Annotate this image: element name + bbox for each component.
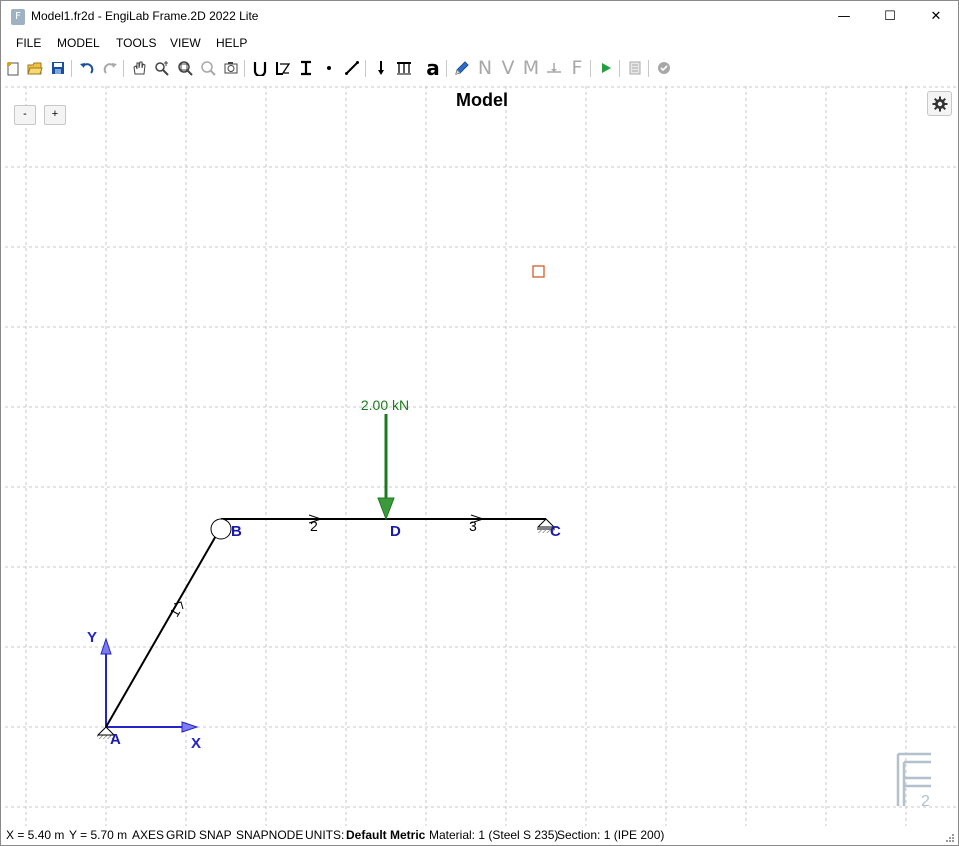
settings-button[interactable] <box>927 91 952 116</box>
check-model-icon[interactable] <box>654 58 674 78</box>
zoom-window-icon[interactable] <box>152 58 172 78</box>
menu-file[interactable]: FILE <box>16 36 41 50</box>
axis-x-label: X <box>191 735 201 752</box>
zoom-out-button[interactable]: - <box>14 105 36 125</box>
undo-icon[interactable] <box>77 58 97 78</box>
canvas-title: Model <box>456 90 508 110</box>
camera-icon[interactable] <box>221 58 241 78</box>
status-units-label: UNITS: <box>305 828 345 842</box>
open-file-icon[interactable] <box>25 58 45 78</box>
app-window: F Model1.fr2d - EngiLab Frame.2D 2022 Li… <box>0 0 959 846</box>
title-bar: F Model1.fr2d - EngiLab Frame.2D 2022 Li… <box>1 1 958 32</box>
model-canvas[interactable]: X Y 1 2 3 A B C D 2.00 kN Model 2 - + <box>5 86 956 826</box>
grid <box>5 86 956 826</box>
pan-icon[interactable] <box>129 58 149 78</box>
node-label-b: B <box>231 523 242 540</box>
axis-y-label: Y <box>87 629 97 646</box>
minimize-button[interactable]: — <box>821 1 867 32</box>
node-label-d: D <box>390 523 401 540</box>
bending-moment-icon[interactable]: M <box>521 57 541 79</box>
menu-tools[interactable]: TOOLS <box>116 36 156 50</box>
hinge-node-b[interactable] <box>210 518 232 540</box>
zoom-previous-icon[interactable] <box>198 58 218 78</box>
maximize-button[interactable]: ☐ <box>867 1 913 32</box>
units-icon[interactable] <box>250 58 270 78</box>
shear-force-icon[interactable]: V <box>498 57 518 79</box>
status-axes-toggle[interactable]: AXES <box>132 828 164 842</box>
node-label-c: C <box>550 523 561 540</box>
axial-force-icon[interactable]: N <box>475 57 495 79</box>
section-icon[interactable] <box>296 58 316 78</box>
zoom-extents-icon[interactable] <box>175 58 195 78</box>
new-file-icon[interactable] <box>3 58 23 78</box>
point-load-label: 2.00 kN <box>361 397 409 413</box>
reactions-icon[interactable]: F <box>567 57 587 79</box>
menu-help[interactable]: HELP <box>216 36 247 50</box>
resize-grip-icon[interactable] <box>945 833 955 843</box>
nodal-load-icon[interactable] <box>371 58 391 78</box>
redo-icon[interactable] <box>100 58 120 78</box>
run-analysis-icon[interactable] <box>596 58 616 78</box>
model-drawing: X Y 1 2 3 A B C D 2.00 kN Model 2 <box>5 86 956 826</box>
status-units-value[interactable]: Default Metric <box>346 828 425 842</box>
status-y-coordinate: Y = 5.70 m <box>69 828 128 842</box>
status-x-coordinate: X = 5.40 m <box>6 828 65 842</box>
toolbar: a N V M F <box>1 55 958 81</box>
material-icon[interactable] <box>273 58 293 78</box>
deformed-shape-icon[interactable] <box>544 58 564 78</box>
status-bar: X = 5.40 m Y = 5.70 m AXES GRID SNAP SNA… <box>1 826 958 845</box>
element-3-label: 3 <box>469 518 477 534</box>
point-load-d[interactable] <box>377 414 395 521</box>
menu-view[interactable]: VIEW <box>170 36 201 50</box>
menu-bar: FILE MODEL TOOLS VIEW HELP <box>1 34 958 54</box>
save-icon[interactable] <box>48 58 68 78</box>
close-button[interactable]: ✕ <box>913 1 959 32</box>
status-snap-toggle[interactable]: SNAP <box>199 828 232 842</box>
app-icon: F <box>11 9 25 25</box>
gear-icon <box>932 96 947 111</box>
status-snapnode-toggle[interactable]: SNAPNODE <box>236 828 303 842</box>
menu-model[interactable]: MODEL <box>57 36 100 50</box>
cursor-marker <box>532 265 545 278</box>
status-grid-toggle[interactable]: GRID <box>166 828 196 842</box>
node-icon[interactable] <box>319 58 339 78</box>
pencil-icon[interactable] <box>452 58 472 78</box>
text-tool-icon[interactable]: a <box>423 58 443 78</box>
distributed-load-icon[interactable] <box>394 58 414 78</box>
engilab-logo-number: 2 <box>921 793 930 810</box>
element-icon[interactable] <box>342 58 362 78</box>
report-icon[interactable] <box>625 58 645 78</box>
element-2-label: 2 <box>310 518 318 534</box>
status-material[interactable]: Material: 1 (Steel S 235) <box>429 828 558 842</box>
status-section[interactable]: Section: 1 (IPE 200) <box>557 828 664 842</box>
element-1[interactable] <box>105 526 222 728</box>
node-label-a: A <box>110 731 121 748</box>
zoom-in-button[interactable]: + <box>44 105 66 125</box>
window-title: Model1.fr2d - EngiLab Frame.2D 2022 Lite <box>31 9 259 23</box>
